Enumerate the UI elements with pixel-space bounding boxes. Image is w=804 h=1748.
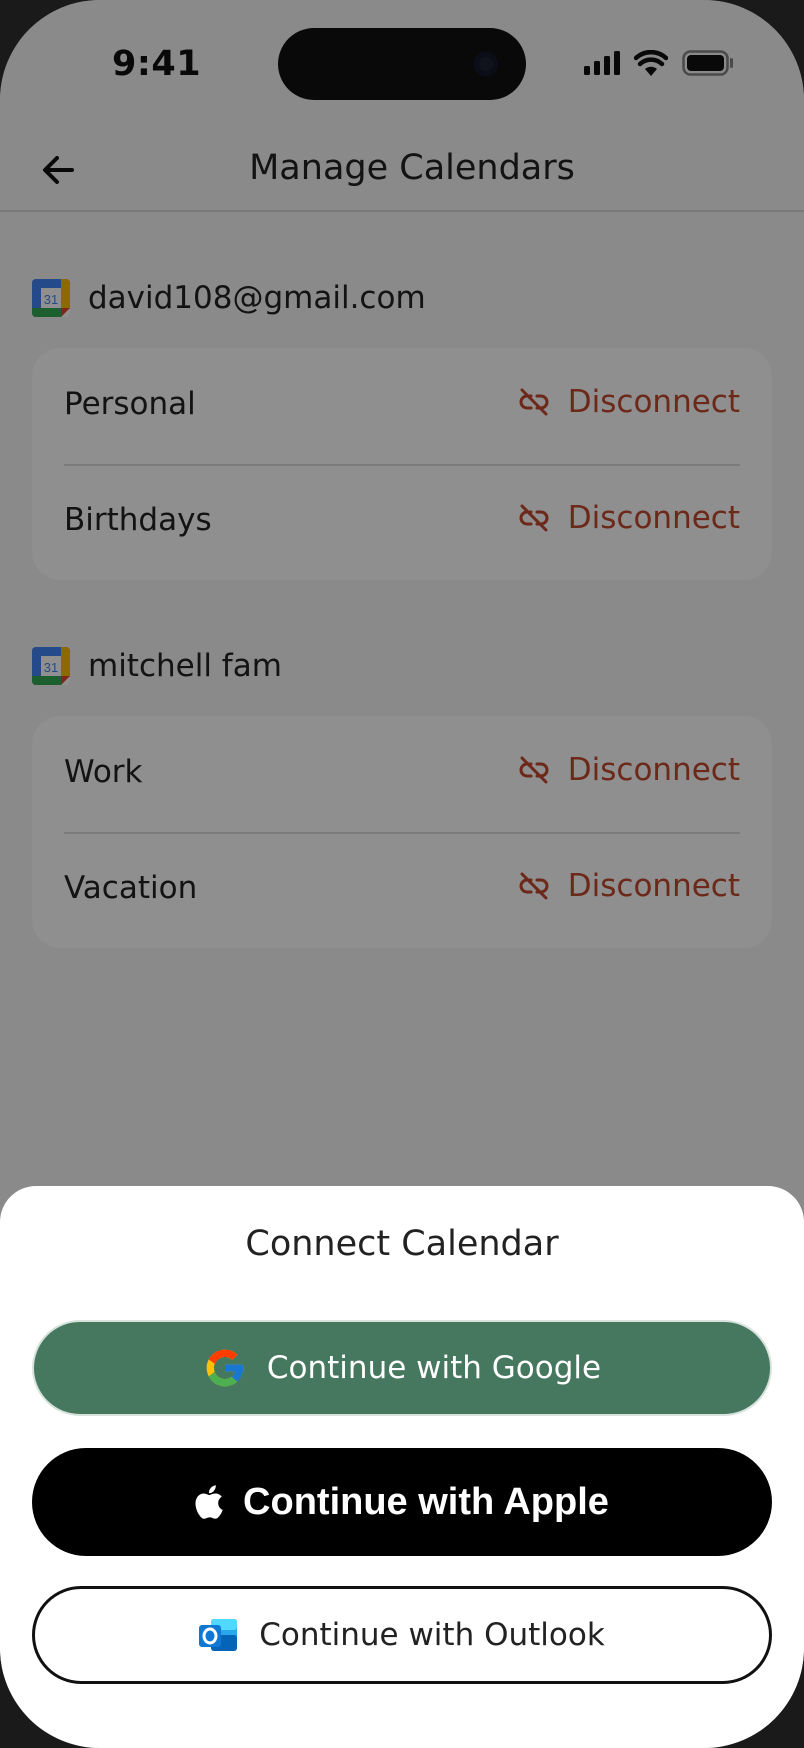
apple-logo-icon — [195, 1485, 223, 1519]
continue-with-outlook-button[interactable]: Continue with Outlook — [32, 1586, 772, 1684]
continue-with-google-button[interactable]: Continue with Google — [32, 1320, 772, 1416]
google-logo-icon — [206, 1349, 244, 1387]
outlook-logo-icon — [199, 1619, 238, 1651]
device-frame: 9:41 Manage Calendars 31 david108@gmail.… — [0, 0, 804, 1748]
outlook-button-label: Continue with Outlook — [259, 1617, 605, 1653]
screen: 9:41 Manage Calendars 31 david108@gmail.… — [0, 0, 804, 1748]
google-button-label: Continue with Google — [266, 1350, 602, 1386]
sheet-title: Connect Calendar — [245, 1224, 559, 1264]
apple-button-label: Continue with Apple — [243, 1480, 609, 1523]
connect-calendar-sheet: Connect Calendar Continue with Google Co… — [0, 1186, 804, 1748]
continue-with-apple-button[interactable]: Continue with Apple — [32, 1448, 772, 1556]
